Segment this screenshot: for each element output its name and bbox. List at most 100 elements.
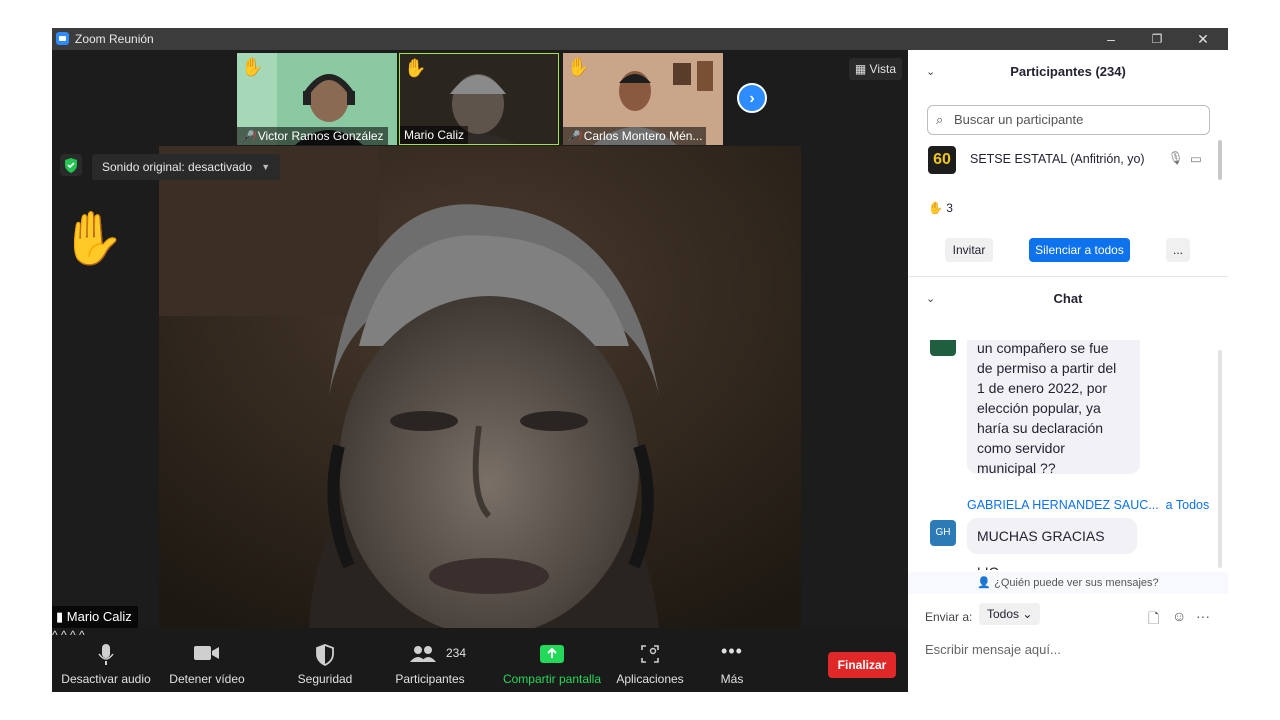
recipient-label: a Todos (1165, 498, 1210, 512)
mute-audio-label: Desactivar audio (61, 672, 151, 686)
collapse-chevron-icon[interactable]: ⌄ (926, 279, 935, 319)
speaker-name: Mario Caliz (66, 609, 132, 624)
apps-button[interactable]: Aplicaciones (614, 628, 686, 692)
recipient-dropdown[interactable]: Todos ⌄ (979, 603, 1041, 625)
participants-title: Participantes (234) (1010, 64, 1126, 79)
camera-icon[interactable]: ▭ (1190, 151, 1202, 166)
sender-name[interactable]: GABRIELA HERNANDEZ SAUC... (967, 498, 1159, 512)
view-label: Vista (869, 62, 896, 76)
raised-hand-icon: ✋ (567, 57, 590, 77)
host-name: SETSE ESTATAL (Anfitrión, yo) (970, 152, 1145, 166)
search-icon: ⌕ (936, 112, 944, 127)
apps-label: Aplicaciones (616, 672, 684, 686)
video-area: ✋ 🎤̸Victor Ramos González ✋ Mario Caliz (52, 50, 908, 628)
recipient-value: Todos (987, 607, 1020, 621)
audio-options-chevron-icon[interactable]: ^ (52, 628, 58, 642)
title-bar: Zoom Reunión – ❐ ✕ (52, 28, 1228, 50)
invite-button[interactable]: Invitar (945, 238, 993, 262)
collapse-chevron-icon[interactable]: ⌄ (926, 52, 935, 92)
thumbnail-name: 🎤̸ Carlos Montero Mén... (563, 127, 707, 145)
side-panel: ⌄ Participantes (234) ⌕ Buscar un partic… (908, 50, 1228, 692)
raised-hand-icon: ✋ (241, 57, 264, 77)
caret-down-icon: ▼ (261, 162, 271, 172)
raised-hands-number: 3 (946, 201, 953, 215)
mute-audio-button[interactable]: Desactivar audio (60, 628, 152, 692)
more-options-button[interactable]: ... (1166, 238, 1190, 262)
share-screen-icon (500, 644, 604, 666)
thumbnail-name-text: Carlos Montero Mén... (583, 129, 703, 143)
raised-hands-count: ✋ 3 (928, 201, 953, 215)
participant-search-input[interactable]: ⌕ Buscar un participante (927, 105, 1210, 135)
mic-muted-icon: 🎤̸ (567, 131, 581, 143)
chat-header: ⌄ Chat (908, 279, 1228, 319)
participants-header: ⌄ Participantes (234) (908, 52, 1228, 92)
thumbnail-name-text: Mario Caliz (404, 128, 465, 142)
search-placeholder: Buscar un participante (954, 112, 1084, 127)
microphone-icon[interactable]: 🎙 (1168, 151, 1184, 166)
zoom-window: Zoom Reunión – ❐ ✕ ✋ 🎤̸ Victor Ramos Gonz… (52, 28, 1228, 692)
send-to-label: Enviar a: (925, 610, 973, 624)
chat-title: Chat (1053, 291, 1083, 306)
participant-row-host[interactable]: 60 SETSE ESTATAL (Anfitrión, yo) 🎙 ▭ (928, 146, 1208, 174)
participants-button[interactable]: 234 Participantes (392, 628, 468, 692)
thumbnail-name: Mario Caliz (400, 126, 469, 144)
stop-video-button[interactable]: Detener vídeo (168, 628, 246, 692)
message-line: de permiso a partir del (977, 360, 1117, 376)
message-line: como servidor (977, 440, 1065, 456)
message-line: municipal ?? (977, 460, 1056, 476)
view-button[interactable]: ▦ Vista (848, 58, 902, 80)
sender-avatar: GH (930, 520, 956, 546)
close-button[interactable]: ✕ (1180, 28, 1226, 50)
message-line: haría su declaración (977, 420, 1104, 436)
apps-icon (614, 644, 686, 666)
original-sound-toggle[interactable]: Sonido original: desactivado ▼ (92, 154, 281, 180)
thumbnail-name-text: Victor Ramos González (257, 129, 384, 143)
more-label: Más (720, 672, 744, 686)
window-title: Zoom Reunión (75, 32, 154, 46)
emoji-icon[interactable]: ☺ (1172, 608, 1186, 624)
host-avatar: 60 (928, 146, 956, 174)
security-shield-icon[interactable] (60, 154, 82, 176)
signal-bars-icon: ▮ (56, 609, 64, 624)
stop-video-label: Detener vídeo (169, 672, 245, 686)
message-sender: GABRIELA HERNANDEZ SAUC... a Todos (967, 498, 1209, 512)
file-icon[interactable]: 🗋 (1148, 608, 1159, 632)
camera-icon (168, 644, 246, 666)
next-page-button[interactable]: › (737, 83, 767, 113)
grid-icon: ▦ (854, 62, 867, 76)
minimize-button[interactable]: – (1088, 28, 1134, 50)
thumbnail-victor[interactable]: ✋ 🎤̸ Victor Ramos González (237, 53, 397, 145)
raised-hand-icon: ✋ (404, 58, 427, 78)
speaker-video-feed (159, 146, 801, 628)
meeting-toolbar: Desactivar audio ^ Detener vídeo ^ Segur… (52, 628, 908, 692)
chat-message-bubble: MUCHAS GRACIAS LIC (967, 518, 1137, 570)
message-visibility-info[interactable]: 👤 ¿Quién puede ver sus mensajes? (908, 572, 1228, 594)
more-dots-icon: ••• (721, 641, 743, 661)
security-icon (292, 644, 358, 667)
zoom-logo-icon (56, 32, 69, 45)
chevron-down-icon: ⌄ (1022, 607, 1033, 621)
sender-avatar (930, 340, 956, 356)
more-dots-icon[interactable]: ··· (1196, 608, 1210, 624)
chat-message-bubble: un compañero se fue de permiso a partir … (967, 340, 1140, 476)
user-info-icon: 👤 (977, 577, 992, 589)
message-line: un compañero se fue (977, 340, 1109, 356)
section-divider (908, 276, 1228, 277)
security-label: Seguridad (297, 672, 353, 686)
participants-count: 234 (446, 646, 467, 660)
speaker-video (159, 146, 801, 628)
thumbnail-name: 🎤̸ Victor Ramos González (237, 127, 388, 145)
chat-message-input[interactable]: Escribir mensaje aquí... (925, 642, 1061, 657)
thumbnail-carlos[interactable]: ✋ 🎤̸ Carlos Montero Mén... (563, 53, 723, 145)
participants-scrollbar[interactable] (1218, 140, 1222, 180)
end-meeting-button[interactable]: Finalizar (828, 652, 896, 678)
microphone-icon (60, 644, 152, 666)
chat-scrollbar[interactable] (1218, 350, 1222, 568)
mute-all-button[interactable]: Silenciar a todos (1029, 238, 1130, 262)
raised-hand-icon: ✋ (928, 201, 943, 215)
share-screen-button[interactable]: Compartir pantalla (500, 628, 604, 692)
restore-button[interactable]: ❐ (1134, 28, 1180, 50)
security-button[interactable]: Seguridad (292, 628, 358, 692)
thumbnail-mario[interactable]: ✋ Mario Caliz (399, 53, 559, 145)
more-button[interactable]: ••• Más (708, 628, 756, 692)
